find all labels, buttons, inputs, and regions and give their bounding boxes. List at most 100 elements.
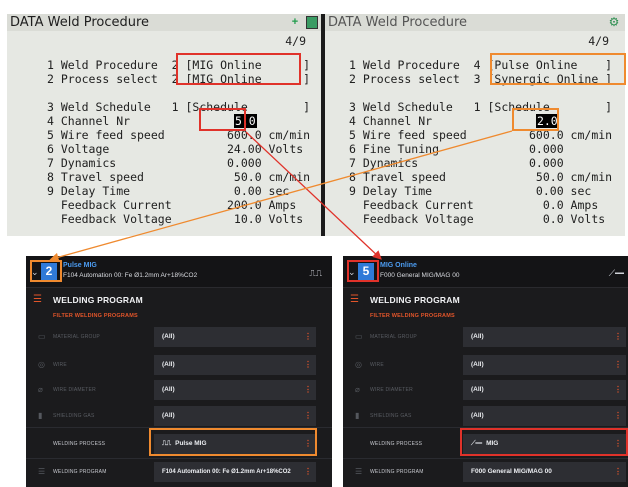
more-icon[interactable]: ⋮: [614, 462, 622, 482]
field-select[interactable]: (All) ⋮: [463, 406, 626, 426]
field-value: F000 General MIG/MAG 00: [471, 468, 552, 475]
mig-arc-icon: ⟋━: [608, 268, 624, 278]
highlight-box-channel-badge-left: [30, 260, 62, 282]
field-select[interactable]: (All) ⋮: [154, 380, 316, 400]
row-delay-time[interactable]: 9 Delay Time 0.00 sec: [349, 184, 591, 198]
row-delay-time[interactable]: 9 Delay Time 0.00 sec: [47, 184, 289, 198]
row-channel-label: 4 Channel Nr: [349, 114, 536, 128]
more-icon[interactable]: ⋮: [614, 406, 622, 426]
more-icon[interactable]: ⋮: [304, 327, 312, 347]
field-select[interactable]: (All) ⋮: [154, 406, 316, 426]
separator: [26, 458, 332, 459]
field-label: WELDING PROCESS: [370, 441, 423, 447]
field-select[interactable]: F000 General MIG/MAG 00 ⋮: [463, 462, 626, 482]
section-heading: WELDING PROGRAM: [370, 295, 460, 305]
highlight-box-channel-left: [199, 108, 246, 131]
field-select[interactable]: (All) ⋮: [463, 380, 626, 400]
row-fine-tuning[interactable]: 6 Fine Tuning 0.000: [349, 142, 564, 156]
field-select[interactable]: (All) ⋮: [154, 327, 316, 347]
field-shielding-gas[interactable]: ▮ SHIELDING GAS (All) ⋮: [343, 406, 628, 426]
program-header[interactable]: ⌄ 5 MIG Online F000 General MIG/MAG 00 ⟋…: [343, 256, 628, 288]
more-icon[interactable]: ⋮: [614, 355, 622, 375]
field-value: (All): [162, 361, 175, 368]
field-wire[interactable]: ◎ WIRE (All) ⋮: [26, 355, 332, 375]
field-label: WELDING PROGRAM: [53, 469, 107, 475]
field-value: (All): [162, 412, 175, 419]
program-header[interactable]: ⌄ 2 Pulse MIG F104 Automation 00: Fe Ø1.…: [26, 256, 332, 288]
page-indicator: 4/9: [285, 34, 306, 48]
highlight-box-channel-right: [512, 108, 559, 131]
row-travel-speed[interactable]: 8 Travel speed 50.0 cm/min: [349, 170, 612, 184]
list-icon: ☰: [38, 467, 46, 476]
field-material-group[interactable]: ▭ MATERIAL GROUP (All) ⋮: [26, 327, 332, 347]
material-icon: ▭: [38, 332, 46, 341]
row-feedback-current: Feedback Current 200.0 Amps: [47, 198, 297, 212]
field-value: (All): [471, 333, 484, 340]
separator: [343, 458, 628, 459]
field-value: (All): [162, 333, 175, 340]
field-welding-program[interactable]: ☰ WELDING PROGRAM F000 General MIG/MAG 0…: [343, 462, 628, 482]
panel-title: DATA Weld Procedure: [325, 14, 625, 31]
row-wire-feed-speed[interactable]: 5 Wire feed speed 600.0 cm/min: [47, 128, 310, 142]
program-subtitle: F104 Automation 00: Fe Ø1.2mm Ar+18%CO2: [63, 272, 198, 279]
field-label: MATERIAL GROUP: [53, 334, 100, 340]
more-icon[interactable]: ⋮: [304, 355, 312, 375]
field-wire-diameter[interactable]: ⌀ WIRE DIAMETER (All) ⋮: [26, 380, 332, 400]
field-label: WIRE: [370, 362, 384, 368]
field-label: WELDING PROGRAM: [370, 469, 424, 475]
weld-procedure-panel-right: DATA Weld Procedure ⚙ 4/9 1 Weld Procedu…: [325, 14, 625, 236]
row-voltage[interactable]: 6 Voltage 24.00 Volts: [47, 142, 303, 156]
field-label: WIRE DIAMETER: [370, 387, 413, 393]
field-value: (All): [471, 386, 484, 393]
row-travel-speed[interactable]: 8 Travel speed 50.0 cm/min: [47, 170, 310, 184]
more-icon[interactable]: ⋮: [304, 406, 312, 426]
more-icon[interactable]: ⋮: [304, 380, 312, 400]
field-material-group[interactable]: ▭ MATERIAL GROUP (All) ⋮: [343, 327, 628, 347]
diameter-icon: ⌀: [355, 385, 360, 394]
field-select[interactable]: F104 Automation 00: Fe Ø1.2mm Ar+18%CO2 ⋮: [154, 462, 316, 482]
window-toggle-icon[interactable]: [306, 16, 318, 29]
row-wire-feed-speed[interactable]: 5 Wire feed speed 600.0 cm/min: [349, 128, 612, 142]
list-icon: ☰: [33, 294, 42, 305]
program-subtitle: F000 General MIG/MAG 00: [380, 272, 460, 279]
section-heading: WELDING PROGRAM: [53, 295, 143, 305]
field-wire[interactable]: ◎ WIRE (All) ⋮: [343, 355, 628, 375]
row-weld-schedule[interactable]: 3 Weld Schedule 1 [Schedule ]: [47, 100, 310, 114]
list-icon: ☰: [350, 294, 359, 305]
row-feedback-voltage: Feedback Voltage 0.0 Volts: [349, 212, 606, 226]
highlight-box-procedure-left: [176, 53, 301, 85]
field-label: MATERIAL GROUP: [370, 334, 417, 340]
program-name: Pulse MIG: [63, 262, 97, 269]
more-icon[interactable]: ⋮: [304, 462, 312, 482]
field-wire-diameter[interactable]: ⌀ WIRE DIAMETER (All) ⋮: [343, 380, 628, 400]
field-select[interactable]: (All) ⋮: [154, 355, 316, 375]
expand-icon[interactable]: +: [288, 16, 302, 29]
field-value: F104 Automation 00: Fe Ø1.2mm Ar+18%CO2: [162, 469, 291, 475]
gas-bottle-icon: ▮: [355, 411, 360, 420]
row-feedback-voltage: Feedback Voltage 10.0 Volts: [47, 212, 304, 226]
list-icon: ☰: [355, 467, 363, 476]
field-welding-program[interactable]: ☰ WELDING PROGRAM F104 Automation 00: Fe…: [26, 462, 332, 482]
field-label: WIRE: [53, 362, 67, 368]
field-shielding-gas[interactable]: ▮ SHIELDING GAS (All) ⋮: [26, 406, 332, 426]
field-label: SHIELDING GAS: [53, 413, 95, 419]
gear-icon[interactable]: ⚙: [607, 16, 621, 29]
field-select[interactable]: (All) ⋮: [463, 355, 626, 375]
wire-spool-icon: ◎: [38, 360, 45, 369]
row-dynamics[interactable]: 7 Dynamics 0.000: [47, 156, 262, 170]
row-weld-schedule[interactable]: 3 Weld Schedule 1 [Schedule ]: [349, 100, 612, 114]
field-select[interactable]: (All) ⋮: [463, 327, 626, 347]
program-name: MIG Online: [380, 262, 417, 269]
row-dynamics[interactable]: 7 Dynamics 0.000: [349, 156, 564, 170]
field-label: WELDING PROCESS: [53, 441, 106, 447]
highlight-box-process-right: [460, 428, 628, 456]
more-icon[interactable]: ⋮: [614, 380, 622, 400]
weld-procedure-panel-left: DATA Weld Procedure + 4/9 1 Weld Procedu…: [7, 14, 322, 236]
more-icon[interactable]: ⋮: [614, 327, 622, 347]
highlight-box-process-left: [149, 428, 317, 456]
row-feedback-current: Feedback Current 0.0 Amps: [349, 198, 599, 212]
filter-title: FILTER WELDING PROGRAMS: [370, 313, 455, 319]
page-indicator: 4/9: [588, 34, 609, 48]
diameter-icon: ⌀: [38, 385, 43, 394]
field-value: (All): [471, 361, 484, 368]
